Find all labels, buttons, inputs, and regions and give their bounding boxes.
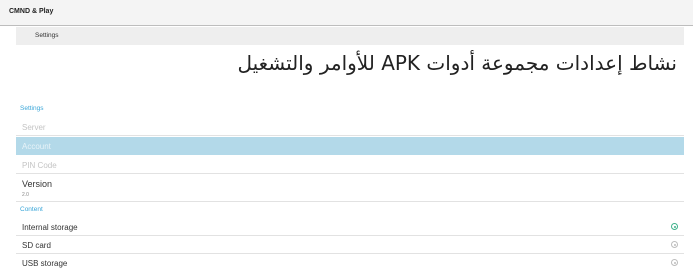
radio-unchecked-icon[interactable] [671, 259, 678, 266]
content-item-internal-storage[interactable]: Internal storage [16, 219, 684, 236]
radio-checked-icon[interactable] [671, 223, 678, 230]
settings-breadcrumb-bar: Settings [16, 27, 684, 45]
content-item-sd-card[interactable]: SD card [16, 237, 684, 254]
content-item-label: USB storage [22, 259, 68, 268]
app-bar: CMND & Play [0, 0, 693, 26]
section-header-settings: Settings [20, 105, 44, 112]
settings-item-label: Server [22, 123, 46, 132]
settings-item-account[interactable]: Account [16, 137, 684, 155]
settings-item-version[interactable]: Version 2.0 [16, 175, 684, 202]
settings-item-server: Server [16, 118, 684, 136]
settings-item-pin-code: PIN Code [16, 156, 684, 174]
section-header-content: Content [20, 206, 43, 213]
settings-item-label: Version [22, 179, 53, 189]
content-item-usb-storage[interactable]: USB storage [16, 255, 684, 272]
page-title: نشاط إعدادات مجموعة أدوات APK للأوامر وا… [237, 51, 677, 75]
settings-item-label: PIN Code [22, 161, 57, 170]
version-summary: 2.0 [22, 192, 29, 198]
settings-breadcrumb: Settings [35, 32, 59, 39]
radio-unchecked-icon[interactable] [671, 241, 678, 248]
content-item-label: SD card [22, 241, 51, 250]
app-title: CMND & Play [9, 8, 54, 15]
settings-item-label: Account [22, 142, 51, 151]
content-item-label: Internal storage [22, 223, 78, 232]
